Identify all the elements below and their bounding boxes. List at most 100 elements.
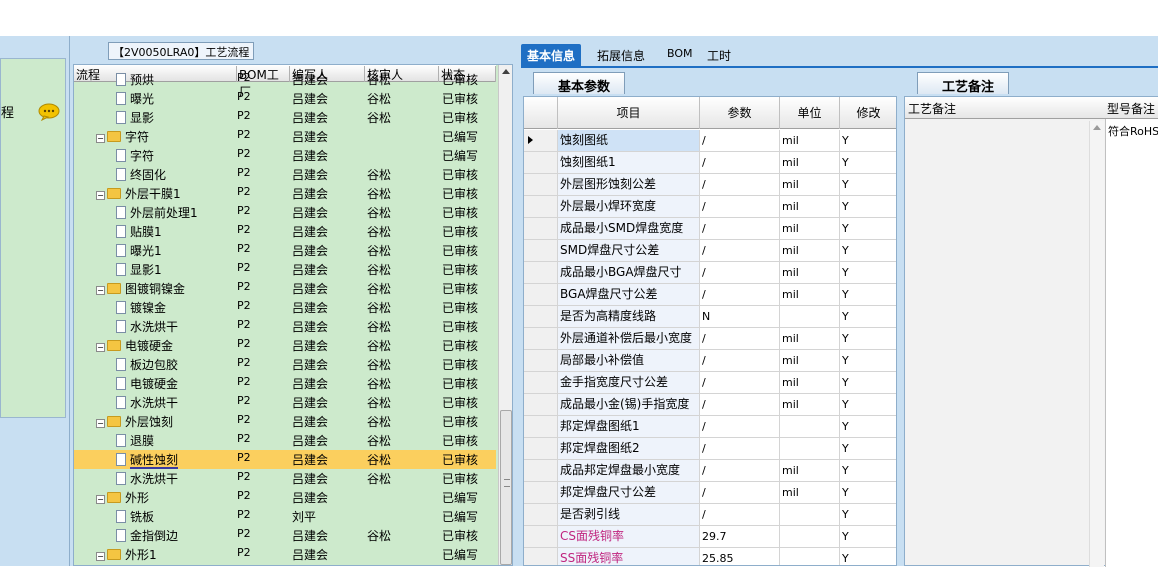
scroll-thumb[interactable]	[500, 410, 512, 565]
grid-cell-unit[interactable]: mil	[780, 262, 840, 283]
grid-row[interactable]: 金手指宽度尺寸公差 / mil Y	[524, 372, 896, 394]
collapse-toggle-icon[interactable]: −	[96, 419, 105, 428]
grid-row[interactable]: 成品最小BGA焊盘尺寸 / mil Y	[524, 262, 896, 284]
tree-node[interactable]: − 外层干膜1	[96, 185, 181, 202]
tree-row[interactable]: 曝光 P2 吕建会 谷松 已审核	[74, 89, 496, 108]
grid-cell-param[interactable]: /	[700, 218, 780, 239]
tab-bom[interactable]: BOM	[661, 44, 699, 66]
collapse-toggle-icon[interactable]: −	[96, 343, 105, 352]
tree-row[interactable]: 电镀硬金 P2 吕建会 谷松 已审核	[74, 374, 496, 393]
row-header[interactable]	[524, 284, 558, 305]
tree-node[interactable]: − 图镀铜镍金	[96, 280, 185, 297]
grid-cell-param[interactable]: /	[700, 482, 780, 503]
grid-cell-unit[interactable]: mil	[780, 218, 840, 239]
grid-cell-modify[interactable]: Y	[840, 504, 896, 525]
tree-node[interactable]: 水洗烘干	[116, 470, 178, 487]
grid-row[interactable]: 蚀刻图纸1/mil Y	[524, 152, 896, 174]
left-nav-label[interactable]: 程	[1, 102, 14, 121]
grid-cell-param[interactable]: /	[700, 394, 780, 415]
grid-cell-modify[interactable]: Y	[840, 218, 896, 239]
tree-node[interactable]: 水洗烘干	[116, 318, 178, 335]
grid-cell-modify[interactable]: Y	[840, 306, 896, 327]
row-header[interactable]	[524, 394, 558, 415]
grid-cell-param[interactable]: N	[700, 306, 780, 327]
tree-row[interactable]: 显影 P2 吕建会 谷松 已审核	[74, 108, 496, 127]
grid-row[interactable]: 外层通道补偿后最小宽度 / mil Y	[524, 328, 896, 350]
model-note-cell[interactable]: 符合RoHS	[1105, 119, 1158, 567]
tree-node[interactable]: − 外层蚀刻	[96, 413, 173, 430]
tree-row[interactable]: − 外形 P2 吕建会 已编写	[74, 488, 496, 507]
grid-cell-unit[interactable]: mil	[780, 152, 840, 173]
grid-row[interactable]: BGA焊盘尺寸公差 / mil Y	[524, 284, 896, 306]
grid-row[interactable]: 成品最小SMD焊盘宽度 / mil Y	[524, 218, 896, 240]
grid-row[interactable]: 是否为高精度线路 N Y	[524, 306, 896, 328]
grid-row[interactable]: 邦定焊盘图纸2/ Y	[524, 438, 896, 460]
grid-cell-modify[interactable]: Y	[840, 482, 896, 503]
grid-cell-modify[interactable]: Y	[840, 196, 896, 217]
grid-cell-unit[interactable]	[780, 306, 840, 327]
tree-node[interactable]: 显影	[116, 109, 154, 126]
grid-row[interactable]: 是否剥引线 / Y	[524, 504, 896, 526]
grid-row[interactable]: 邦定焊盘尺寸公差 / mil Y	[524, 482, 896, 504]
grid-cell-modify[interactable]: Y	[840, 526, 896, 547]
grid-row[interactable]: SMD焊盘尺寸公差 / mil Y	[524, 240, 896, 262]
row-header[interactable]	[524, 350, 558, 371]
tree-node[interactable]: − 字符	[96, 128, 149, 145]
row-header[interactable]	[524, 196, 558, 217]
grid-cell-param[interactable]: /	[700, 196, 780, 217]
grid-cell-param[interactable]: /	[700, 152, 780, 173]
tree-row[interactable]: 金指倒边 P2 吕建会 谷松 已审核	[74, 526, 496, 545]
tree-node[interactable]: 贴膜1	[116, 223, 162, 240]
row-header[interactable]	[524, 526, 558, 547]
grid-col-unit[interactable]: 单位	[780, 97, 840, 129]
grid-row[interactable]: 成品最小金(锡)手指宽度 / mil Y	[524, 394, 896, 416]
grid-cell-unit[interactable]: mil	[780, 460, 840, 481]
tree-row[interactable]: 曝光1 P2 吕建会 谷松 已审核	[74, 241, 496, 260]
grid-cell-modify[interactable]: Y	[840, 416, 896, 437]
grid-cell-unit[interactable]: mil	[780, 284, 840, 305]
grid-cell-unit[interactable]: mil	[780, 350, 840, 371]
tree-node[interactable]: − 电镀硬金	[96, 337, 173, 354]
notes-col-model[interactable]: 型号备注	[1107, 100, 1155, 117]
grid-col-item[interactable]: 项目	[558, 97, 700, 129]
grid-row[interactable]: CS面残铜率 29.7 Y	[524, 526, 896, 548]
tree-row[interactable]: − 外层干膜1 P2 吕建会 谷松 已审核	[74, 184, 496, 203]
row-header[interactable]	[524, 262, 558, 283]
grid-cell-unit[interactable]	[780, 526, 840, 547]
grid-cell-param[interactable]: 29.7	[700, 526, 780, 547]
tree-row[interactable]: 显影1 P2 吕建会 谷松 已审核	[74, 260, 496, 279]
grid-cell-unit[interactable]: mil	[780, 372, 840, 393]
row-header[interactable]	[524, 152, 558, 173]
grid-cell-unit[interactable]	[780, 504, 840, 525]
row-header[interactable]	[524, 218, 558, 239]
row-header[interactable]	[524, 460, 558, 481]
tree-scrollbar[interactable]	[498, 65, 512, 565]
tree-node[interactable]: 字符	[116, 147, 154, 164]
collapse-toggle-icon[interactable]: −	[96, 552, 105, 561]
tab-labor-hours[interactable]: 工时	[701, 44, 737, 66]
tree-node[interactable]: 终固化	[116, 166, 166, 183]
tree-node[interactable]: 铣板	[116, 508, 154, 525]
grid-cell-modify[interactable]: Y	[840, 174, 896, 195]
tree-node[interactable]: 电镀硬金	[116, 375, 178, 392]
grid-cell-unit[interactable]	[780, 548, 840, 565]
grid-row[interactable]: 外层最小焊环宽度 / mil Y	[524, 196, 896, 218]
grid-row[interactable]: 蚀刻图纸 / mil Y	[524, 130, 896, 152]
grid-row[interactable]: 邦定焊盘图纸1/ Y	[524, 416, 896, 438]
grid-row[interactable]: SS面残铜率 25.85 Y	[524, 548, 896, 565]
grid-cell-modify[interactable]: Y	[840, 262, 896, 283]
tree-row[interactable]: 镀镍金 P2 吕建会 谷松 已审核	[74, 298, 496, 317]
collapse-toggle-icon[interactable]: −	[96, 134, 105, 143]
grid-cell-modify[interactable]: Y	[840, 372, 896, 393]
grid-cell-unit[interactable]: mil	[780, 130, 840, 151]
scroll-up-icon[interactable]	[1093, 125, 1101, 130]
grid-row[interactable]: 成品邦定焊盘最小宽度 / mil Y	[524, 460, 896, 482]
grid-col-modify[interactable]: 修改	[840, 97, 896, 129]
tree-node[interactable]: 镀镍金	[116, 299, 166, 316]
grid-cell-modify[interactable]: Y	[840, 152, 896, 173]
grid-cell-param[interactable]: /	[700, 284, 780, 305]
grid-cell-unit[interactable]: mil	[780, 196, 840, 217]
grid-cell-modify[interactable]: Y	[840, 284, 896, 305]
row-header[interactable]	[524, 482, 558, 503]
grid-cell-param[interactable]: /	[700, 130, 780, 151]
